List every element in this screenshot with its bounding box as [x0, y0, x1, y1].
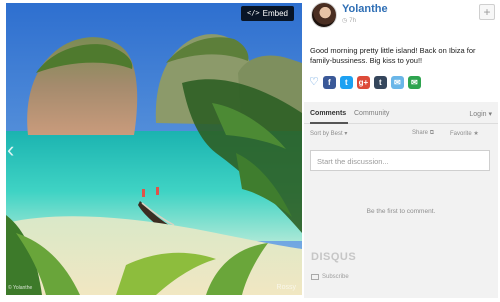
tumblr-icon[interactable]: t — [373, 76, 387, 89]
share-icon: ⧉ — [429, 130, 434, 136]
user-name-link[interactable]: Yolanthe — [342, 3, 388, 15]
subscribe-link[interactable]: Subscribe — [311, 274, 349, 280]
twitter-icon[interactable]: t — [339, 76, 353, 89]
discussion-input[interactable]: Start the discussion... — [310, 150, 490, 171]
add-button[interactable]: + — [479, 4, 495, 20]
subscribe-label: Subscribe — [322, 274, 349, 280]
google-plus-icon[interactable]: g+ — [356, 76, 370, 89]
disqus-logo[interactable]: DISQUS — [311, 251, 356, 263]
like-heart-icon[interactable]: ♡ — [309, 76, 319, 89]
tab-community[interactable]: Community — [354, 110, 389, 117]
share-row: ♡ f t g+ t ✉ ✉ — [309, 76, 421, 89]
post-photo[interactable]: </> Embed ‹ © Yolanthe Rossy — [6, 3, 302, 295]
photo-watermark: Rossy — [276, 284, 296, 291]
embed-button[interactable]: </> Embed — [240, 6, 294, 21]
sort-row: Sort by Best ▾ Share ⧉ Favorite ★ — [310, 130, 492, 137]
photo-credit: © Yolanthe — [8, 285, 33, 291]
chevron-down-icon: ▾ — [488, 111, 492, 118]
comments-tabs: Comments Community Login ▾ — [304, 102, 498, 124]
post-age-label: 7h — [349, 17, 356, 24]
active-tab-underline — [310, 122, 348, 124]
login-label: Login — [469, 111, 487, 118]
email-icon[interactable]: ✉ — [407, 76, 421, 89]
embed-label: Embed — [262, 9, 288, 18]
post-age: ◷ 7h — [342, 17, 356, 25]
message-icon[interactable]: ✉ — [390, 76, 404, 89]
comments-section: Comments Community Login ▾ Sort by Best … — [304, 102, 498, 298]
code-icon: </> — [246, 9, 260, 17]
avatar[interactable] — [311, 2, 337, 28]
empty-comments-message: Be the first to comment. — [366, 208, 436, 215]
favorite-link[interactable]: Favorite ★ — [450, 130, 479, 137]
sort-label: Sort by Best — [310, 131, 343, 137]
chevron-down-icon: ▾ — [344, 131, 348, 137]
previous-arrow-icon[interactable]: ‹ — [7, 139, 14, 161]
facebook-icon[interactable]: f — [322, 76, 336, 89]
clock-icon: ◷ — [342, 18, 348, 24]
island-photo — [6, 3, 302, 295]
share-link[interactable]: Share ⧉ — [412, 130, 434, 137]
share-label: Share — [412, 130, 429, 136]
mail-icon — [311, 274, 319, 280]
login-menu[interactable]: Login ▾ — [469, 110, 492, 118]
favorite-label: Favorite — [450, 131, 472, 137]
post-caption: Good morning pretty little island! Back … — [310, 46, 476, 65]
post-panel: Yolanthe ◷ 7h + Good morning pretty litt… — [302, 0, 500, 302]
tab-comments[interactable]: Comments — [310, 110, 346, 117]
sort-dropdown[interactable]: Sort by Best ▾ — [310, 131, 347, 137]
star-icon: ★ — [473, 131, 479, 137]
